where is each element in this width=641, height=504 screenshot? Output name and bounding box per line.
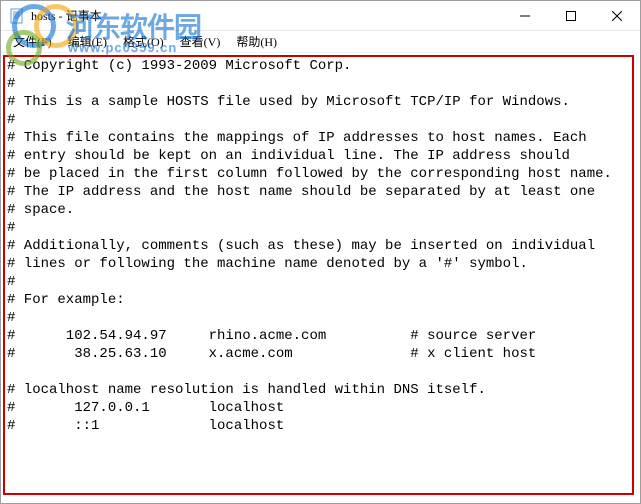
window-controls <box>502 1 640 30</box>
file-content[interactable]: # Copyright (c) 1993-2009 Microsoft Corp… <box>1 53 640 439</box>
text-area[interactable]: # Copyright (c) 1993-2009 Microsoft Corp… <box>1 53 640 503</box>
close-button[interactable] <box>594 1 640 30</box>
notepad-icon <box>9 8 25 24</box>
title-left: hosts - 记事本 <box>1 7 102 24</box>
notepad-window: hosts - 记事本 文件(F) 编辑(E) 格式(O) 查看(V) 帮助(H… <box>0 0 641 504</box>
menu-view[interactable]: 查看(V) <box>172 31 229 52</box>
window-title: hosts - 记事本 <box>31 7 102 24</box>
menubar: 文件(F) 编辑(E) 格式(O) 查看(V) 帮助(H) <box>1 31 640 53</box>
menu-edit[interactable]: 编辑(E) <box>60 31 115 52</box>
menu-help[interactable]: 帮助(H) <box>228 31 285 52</box>
minimize-button[interactable] <box>502 1 548 30</box>
menu-file[interactable]: 文件(F) <box>5 31 60 52</box>
menu-format[interactable]: 格式(O) <box>115 31 172 52</box>
maximize-button[interactable] <box>548 1 594 30</box>
titlebar[interactable]: hosts - 记事本 <box>1 1 640 31</box>
